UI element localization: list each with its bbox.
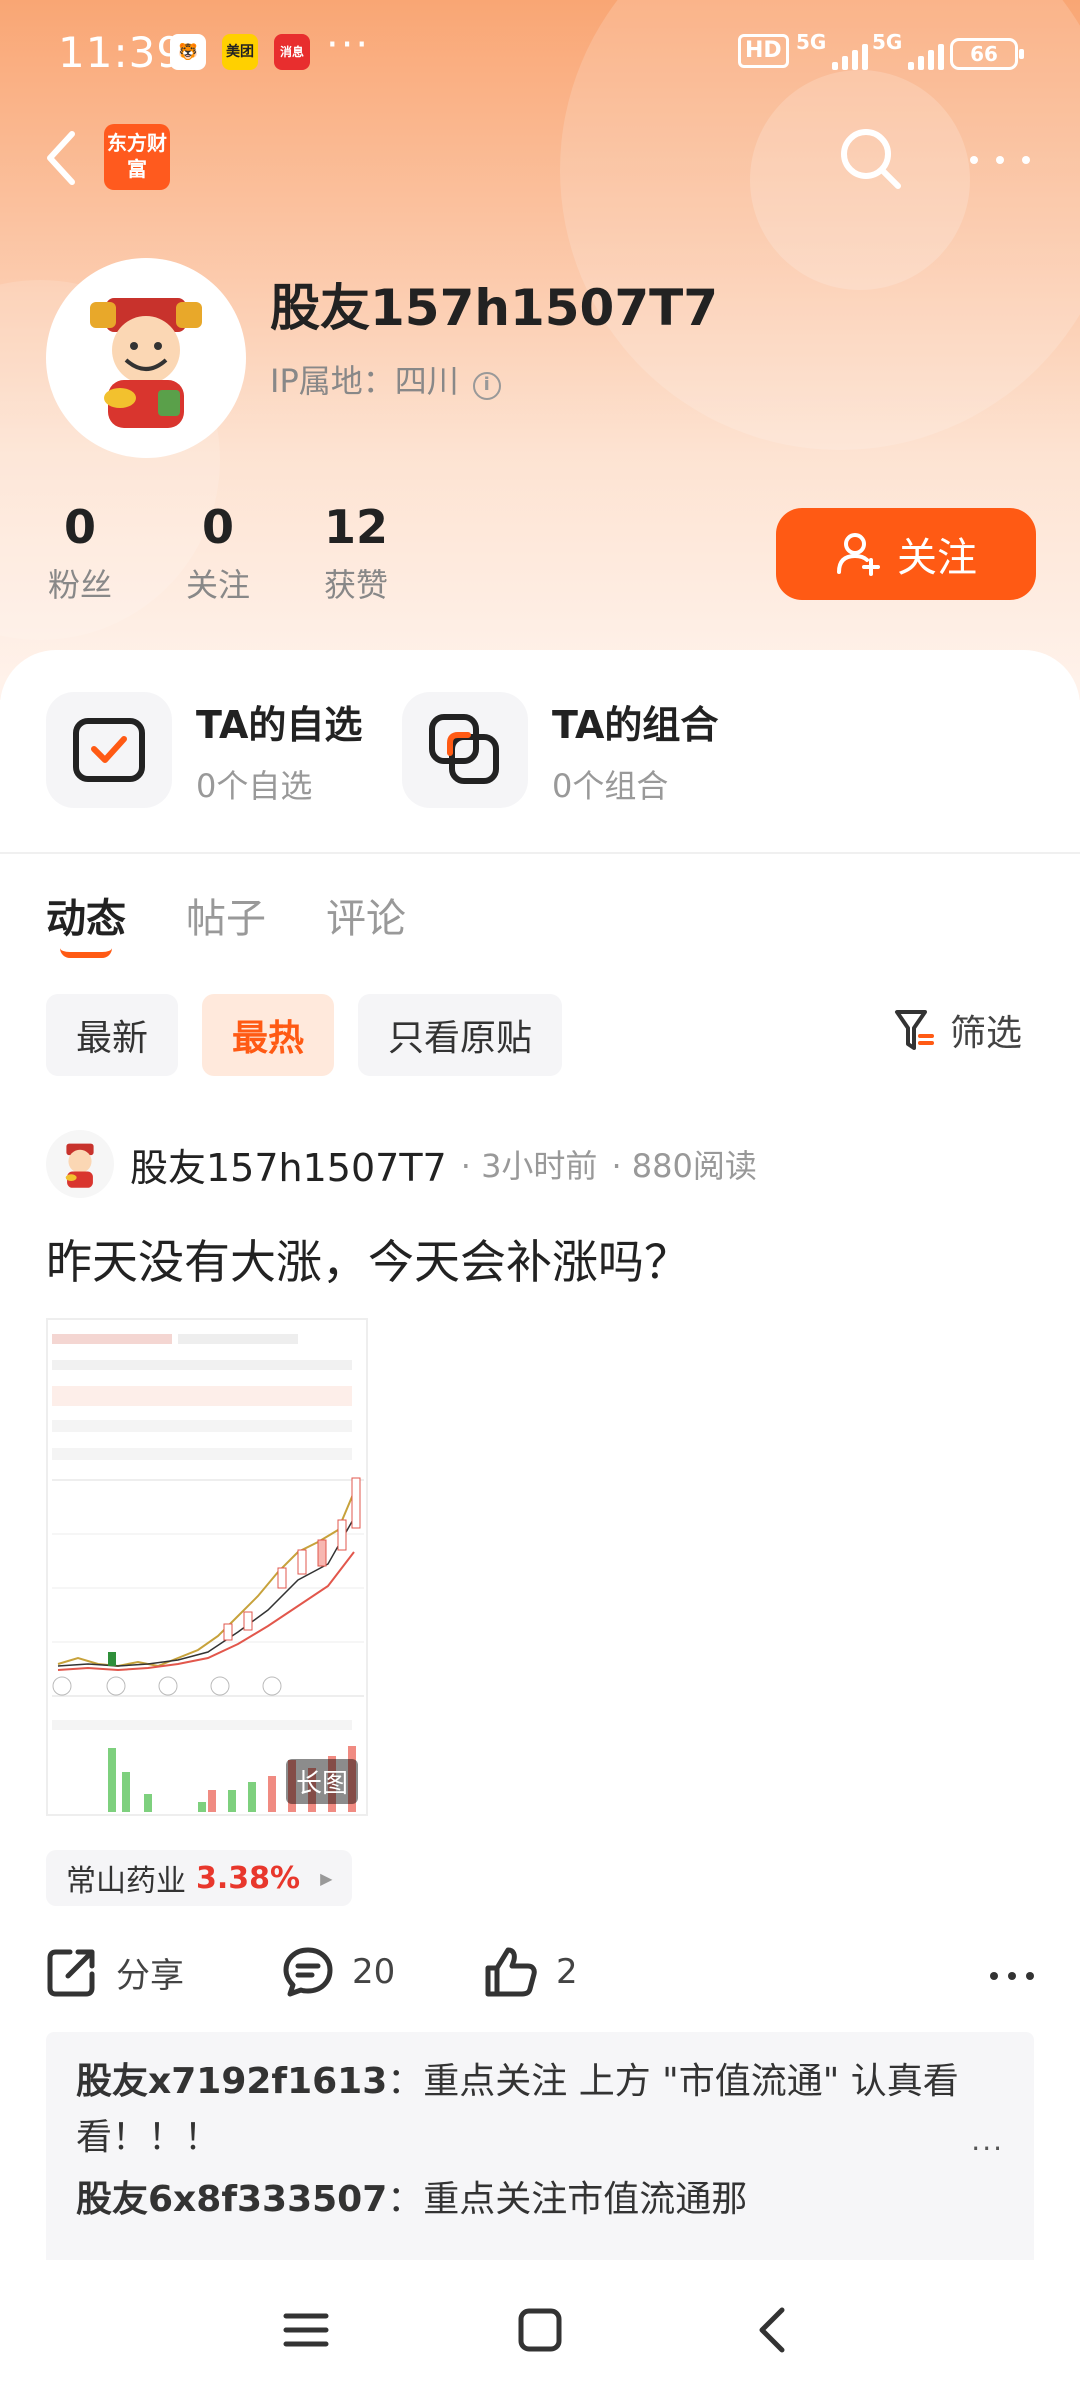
- status-bar: 11:39 🐯 美团 消息 ··· HD 5G 5G 66: [0, 0, 1080, 110]
- signal-icon: 5G: [872, 30, 944, 72]
- comment-item: 股友x7192f1613：重点关注 上方 "市值流通" 认真看看！！！: [76, 2061, 959, 2158]
- portfolio-icon: [402, 692, 528, 808]
- notification-icon-meituan: 美团: [222, 34, 258, 70]
- stat-likes[interactable]: 12 获赞: [296, 500, 416, 606]
- tab-activity[interactable]: 动态: [46, 886, 126, 958]
- hd-icon: HD: [738, 34, 789, 68]
- thumbs-up-icon: [485, 1947, 537, 1997]
- search-button[interactable]: [836, 124, 906, 194]
- post-image[interactable]: 长图: [46, 1318, 368, 1816]
- stock-chart-screenshot: [48, 1320, 366, 1814]
- more-notifications-icon: ···: [326, 22, 371, 68]
- home-square-icon: [518, 2308, 562, 2352]
- follow-button[interactable]: 关注: [776, 508, 1036, 600]
- comment-item: 股友6x8f333507：重点关注市值流通那: [76, 2179, 748, 2220]
- post-time: · 3小时前: [460, 1147, 598, 1185]
- menu-icon: [283, 2313, 329, 2347]
- filter-button[interactable]: 筛选: [894, 1004, 1022, 1056]
- comment-preview[interactable]: 股友x7192f1613：重点关注 上方 "市值流通" 认真看看！！！ 股友6x…: [46, 2032, 1034, 2272]
- fortune-god-avatar-icon: [90, 298, 202, 428]
- filter-icon: [895, 1010, 934, 1050]
- comment-button[interactable]: 20: [282, 1946, 395, 1998]
- post-reads: · 880阅读: [611, 1147, 757, 1185]
- filter-latest[interactable]: 最新: [46, 994, 179, 1076]
- sort-filters: 最新 最热 只看原贴: [46, 994, 563, 1076]
- filter-original-only[interactable]: 只看原贴: [358, 994, 563, 1076]
- watchlist-icon: [46, 692, 172, 808]
- add-user-icon: [837, 533, 880, 576]
- post-actions: 分享 20 2: [46, 1946, 1034, 2012]
- watchlist-shortcut[interactable]: TA的自选 0个自选: [46, 692, 362, 808]
- long-image-badge: 长图: [285, 1759, 358, 1804]
- post-more-button[interactable]: [990, 1972, 1034, 1980]
- stat-following[interactable]: 0 关注: [158, 500, 278, 606]
- signal-icon: 5G: [796, 30, 868, 72]
- search-icon: [841, 129, 901, 189]
- notification-icon-message: 消息: [274, 34, 310, 70]
- post-header: 股友157h1507T7 · 3小时前 · 880阅读: [46, 1130, 757, 1198]
- home-nav-button[interactable]: [510, 2300, 570, 2360]
- section-divider: [0, 852, 1080, 854]
- avatar[interactable]: [46, 258, 246, 458]
- back-nav-button[interactable]: [744, 2300, 804, 2360]
- like-button[interactable]: 2: [484, 1946, 578, 1998]
- status-time: 11:39: [58, 28, 185, 77]
- comment-more-icon[interactable]: ···: [971, 2132, 1004, 2165]
- eastmoney-logo: 东方财富: [104, 124, 170, 190]
- portfolio-shortcut[interactable]: TA的组合 0个组合: [402, 692, 718, 808]
- post-author[interactable]: 股友157h1507T7: [130, 1137, 447, 1192]
- back-button[interactable]: [40, 128, 86, 188]
- avatar[interactable]: [46, 1130, 114, 1198]
- back-icon: [759, 2307, 785, 2353]
- tab-posts[interactable]: 帖子: [186, 886, 266, 944]
- more-options-button[interactable]: [970, 140, 1030, 180]
- profile-content-card: TA的自选 0个自选 TA的组合 0个组合 动态 帖子 评论 最新 最热 只看原…: [0, 650, 1080, 2400]
- share-button[interactable]: 分享: [46, 1946, 184, 1998]
- post-content[interactable]: 昨天没有大涨，今天会补涨吗？: [46, 1226, 690, 1292]
- ip-location: IP属地：四川 i: [270, 356, 501, 402]
- system-navigation-bar: [0, 2260, 1080, 2400]
- info-icon[interactable]: i: [472, 372, 501, 400]
- tab-comments[interactable]: 评论: [326, 886, 406, 944]
- menu-nav-button[interactable]: [276, 2300, 336, 2360]
- profile-username: 股友157h1507T7: [270, 279, 719, 337]
- stat-fans[interactable]: 0 粉丝: [20, 500, 140, 606]
- battery-icon: 66: [950, 38, 1024, 70]
- back-arrow-icon: [47, 131, 75, 185]
- share-icon: [47, 1949, 95, 1997]
- content-tabs: 动态 帖子 评论: [46, 886, 406, 958]
- chevron-right-icon: ▶: [320, 1868, 333, 1888]
- notification-icon-app: 🐯: [170, 34, 206, 70]
- comment-icon: [283, 1947, 333, 1997]
- fortune-god-avatar-icon: [65, 1143, 94, 1188]
- stock-tag[interactable]: 常山药业 3.38% ▶: [46, 1850, 353, 1906]
- filter-hottest[interactable]: 最热: [202, 994, 335, 1076]
